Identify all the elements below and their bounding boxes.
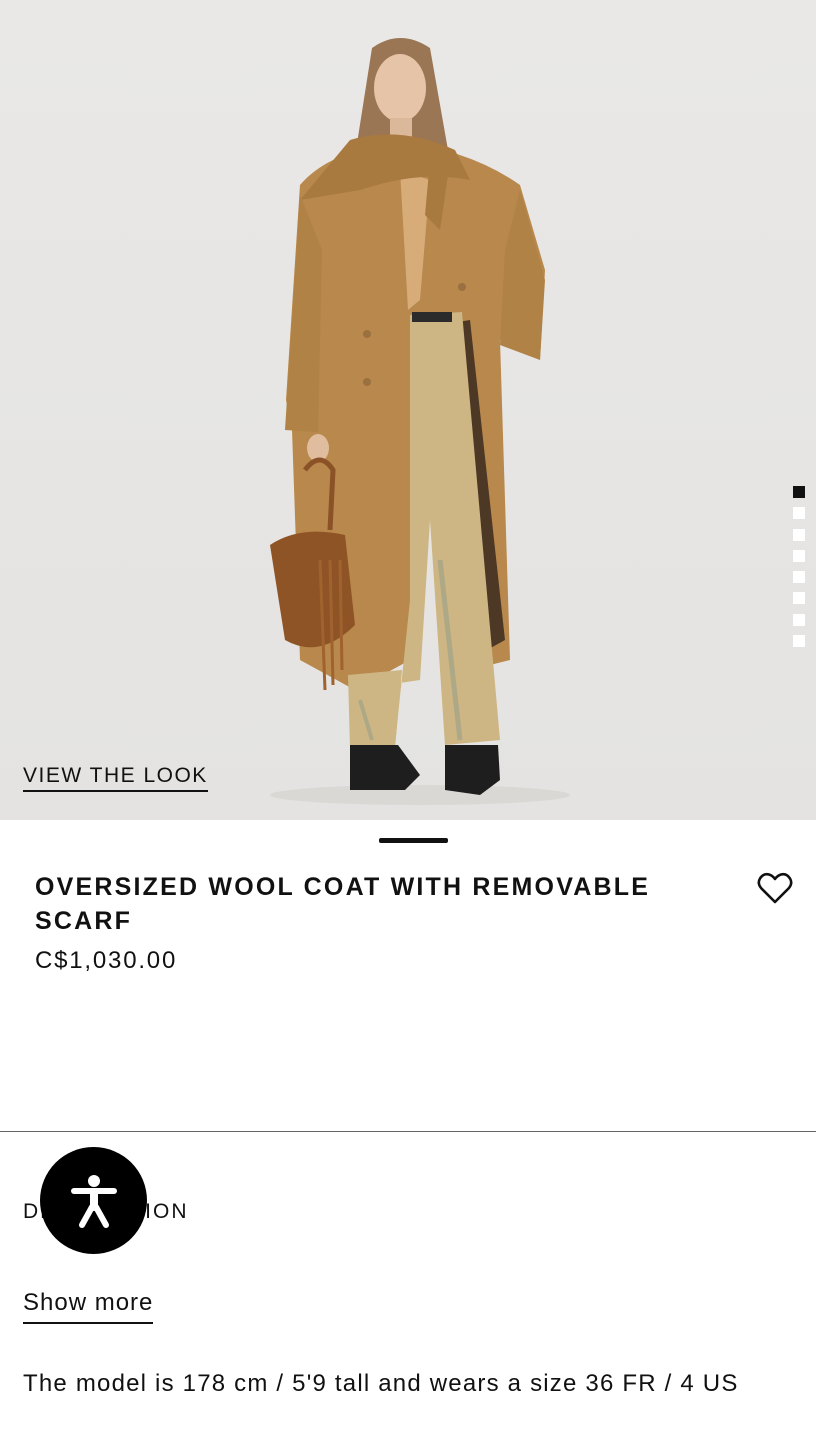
wishlist-button[interactable] bbox=[755, 868, 795, 908]
drawer-handle[interactable] bbox=[379, 838, 448, 843]
carousel-dot[interactable] bbox=[793, 571, 805, 584]
product-image[interactable]: VIEW THE LOOK bbox=[0, 0, 816, 820]
carousel-dot[interactable] bbox=[793, 528, 805, 541]
product-price: C$1,030.00 bbox=[35, 947, 178, 974]
carousel-dot[interactable] bbox=[793, 613, 805, 626]
view-the-look-link[interactable]: VIEW THE LOOK bbox=[23, 764, 208, 792]
section-divider bbox=[0, 1131, 816, 1132]
model-size-info: The model is 178 cm / 5'9 tall and wears… bbox=[23, 1370, 739, 1397]
carousel-dot[interactable] bbox=[793, 549, 805, 562]
carousel-dot[interactable] bbox=[793, 592, 805, 605]
carousel-dot[interactable] bbox=[793, 507, 805, 520]
accessibility-button[interactable] bbox=[40, 1147, 147, 1254]
carousel-indicator bbox=[793, 486, 805, 656]
carousel-dot[interactable] bbox=[793, 486, 805, 498]
model-photo bbox=[270, 38, 570, 805]
heart-icon bbox=[757, 872, 793, 904]
carousel-dot[interactable] bbox=[793, 635, 805, 648]
accessibility-icon bbox=[70, 1174, 117, 1228]
show-more-link[interactable]: Show more bbox=[23, 1289, 154, 1324]
product-title: OVERSIZED WOOL COAT WITH REMOVABLE SCARF bbox=[35, 873, 651, 935]
